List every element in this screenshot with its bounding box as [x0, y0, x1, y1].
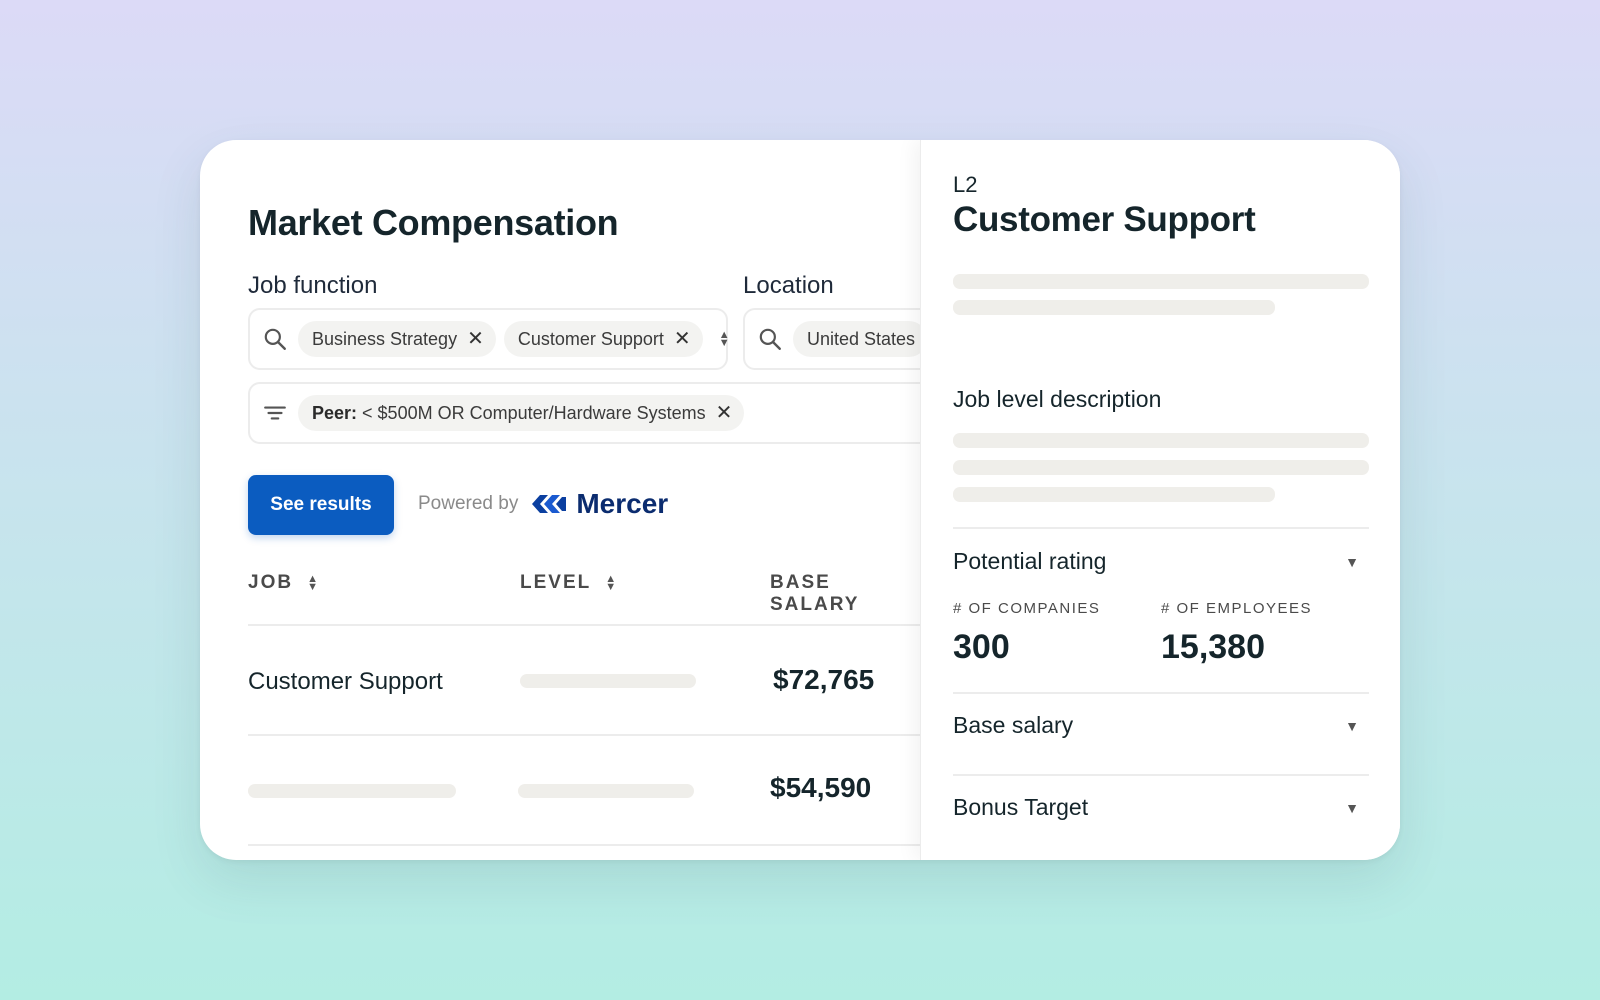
row-2-base-salary: $54,590 — [770, 772, 872, 803]
chip-label: Business Strategy — [312, 328, 458, 349]
sort-icon[interactable]: ▲ ▼ — [605, 574, 618, 593]
row-2-job-skeleton — [248, 784, 456, 798]
bonus-target-label: Bonus Target — [953, 794, 1089, 820]
search-icon — [757, 326, 783, 352]
chevron-down-icon[interactable]: ▼ — [1345, 718, 1359, 734]
row-2-level-skeleton — [518, 784, 694, 798]
search-icon — [262, 326, 288, 352]
sort-icon[interactable]: ▲ ▼ — [719, 330, 730, 349]
potential-rating-toggle[interactable]: Potential rating ▼ — [953, 548, 1369, 575]
chevron-down-icon[interactable]: ▼ — [1345, 800, 1359, 816]
chevron-down-icon[interactable]: ▼ — [1345, 554, 1359, 570]
peer-prefix: Peer: — [312, 402, 358, 423]
peer-filter-box[interactable]: Peer: < $500M OR Computer/Hardware Syste… — [248, 382, 920, 444]
powered-by-text: Powered by — [418, 493, 519, 514]
base-salary-label: Base salary — [953, 712, 1074, 738]
column-header-job-label: JOB — [248, 572, 294, 593]
peer-value: < $500M OR Computer/Hardware Systems — [362, 402, 706, 423]
column-header-base-salary-label: BASE SALARY — [770, 572, 860, 615]
column-header-base-salary[interactable]: BASE SALARY — [770, 572, 920, 616]
close-icon[interactable]: ✕ — [716, 403, 733, 423]
column-header-level-label: LEVEL — [520, 572, 592, 593]
table-divider — [248, 734, 920, 736]
column-header-level[interactable]: LEVEL ▲ ▼ — [520, 572, 618, 594]
section-divider — [953, 527, 1369, 529]
detail-title: Customer Support — [953, 200, 1256, 239]
column-header-job[interactable]: JOB ▲ ▼ — [248, 572, 320, 594]
row-1-base-salary: $72,765 — [773, 664, 875, 695]
employees-label: # OF EMPLOYEES — [1161, 600, 1313, 617]
description-skeleton — [953, 487, 1275, 502]
detail-panel: L2 Customer Support Job level descriptio… — [920, 140, 1400, 860]
companies-value: 300 — [953, 628, 1010, 666]
filter-icon[interactable] — [262, 400, 288, 426]
location-label: Location — [743, 272, 834, 299]
bonus-target-toggle[interactable]: Bonus Target ▼ — [953, 794, 1369, 821]
search-panel: Market Compensation Job function Busines… — [200, 140, 920, 860]
job-level-description-heading: Job level description — [953, 386, 1162, 412]
job-function-label: Job function — [248, 272, 378, 299]
section-divider — [953, 774, 1369, 776]
close-icon[interactable]: ✕ — [467, 329, 484, 349]
market-compensation-card: Market Compensation Job function Busines… — [200, 140, 1400, 860]
page-title: Market Compensation — [248, 202, 619, 243]
location-input[interactable]: United States — [743, 308, 920, 370]
potential-rating-label: Potential rating — [953, 548, 1107, 574]
powered-by: Powered by Mercer — [418, 488, 668, 520]
job-function-input[interactable]: Business Strategy ✕ Customer Support ✕ ▲… — [248, 308, 730, 370]
chip-label: United States — [807, 328, 916, 349]
row-1-job[interactable]: Customer Support — [248, 668, 443, 696]
employees-value: 15,380 — [1161, 628, 1265, 666]
base-salary-toggle[interactable]: Base salary ▼ — [953, 712, 1369, 739]
chip-business-strategy: Business Strategy ✕ — [298, 321, 496, 357]
job-level: L2 — [953, 172, 978, 197]
description-skeleton — [953, 274, 1369, 289]
description-skeleton — [953, 460, 1369, 475]
mercer-logo: Mercer — [530, 488, 668, 520]
chip-peer-filter: Peer: < $500M OR Computer/Hardware Syste… — [298, 395, 745, 431]
description-skeleton — [953, 300, 1275, 315]
description-skeleton — [953, 433, 1369, 448]
table-divider — [248, 624, 920, 626]
close-icon[interactable]: ✕ — [674, 329, 691, 349]
see-results-button[interactable]: See results — [248, 475, 394, 535]
companies-label: # OF COMPANIES — [953, 600, 1101, 617]
chip-customer-support: Customer Support ✕ — [503, 321, 703, 357]
chip-united-states: United States — [793, 321, 920, 357]
row-1-level-skeleton — [520, 674, 696, 688]
section-divider — [953, 692, 1369, 694]
mercer-logo-icon — [532, 495, 567, 513]
sort-icon[interactable]: ▲ ▼ — [307, 574, 320, 593]
chip-label: Customer Support — [517, 328, 664, 349]
mercer-wordmark: Mercer — [576, 488, 669, 519]
table-divider — [248, 844, 920, 846]
